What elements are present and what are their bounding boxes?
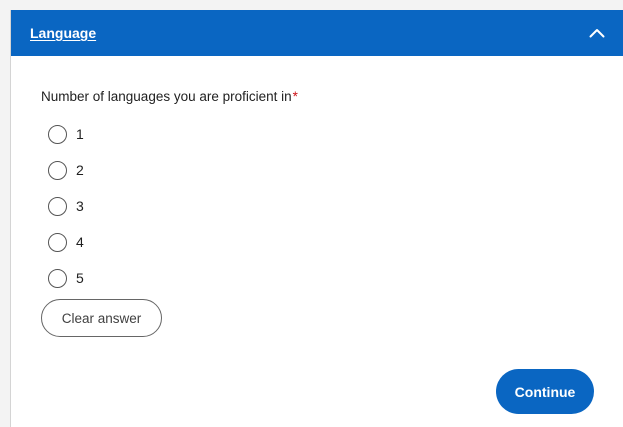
radio-option-label: 1 bbox=[76, 126, 84, 142]
radio-group: 1 2 3 4 5 bbox=[48, 116, 84, 296]
radio-button[interactable] bbox=[48, 160, 67, 180]
section-header[interactable]: Language bbox=[11, 10, 623, 56]
clear-answer-button[interactable]: Clear answer bbox=[41, 299, 162, 337]
radio-button[interactable] bbox=[48, 268, 67, 288]
radio-option-label: 2 bbox=[76, 162, 84, 178]
radio-option-label: 5 bbox=[76, 270, 84, 286]
radio-option-label: 3 bbox=[76, 198, 84, 214]
radio-button[interactable] bbox=[48, 232, 67, 252]
chevron-up-icon bbox=[589, 29, 605, 38]
required-marker: * bbox=[292, 89, 298, 104]
section-title-link[interactable]: Language bbox=[30, 25, 96, 41]
radio-option-1[interactable]: 1 bbox=[48, 116, 84, 152]
question-label: Number of languages you are proficient i… bbox=[41, 89, 298, 104]
radio-option-4[interactable]: 4 bbox=[48, 224, 84, 260]
radio-button[interactable] bbox=[48, 124, 67, 144]
question-text: Number of languages you are proficient i… bbox=[41, 89, 292, 104]
collapse-button[interactable] bbox=[585, 21, 609, 45]
continue-button[interactable]: Continue bbox=[496, 369, 594, 414]
radio-option-5[interactable]: 5 bbox=[48, 260, 84, 296]
radio-option-label: 4 bbox=[76, 234, 84, 250]
form-card: Language Number of languages you are pro… bbox=[10, 10, 623, 427]
radio-option-2[interactable]: 2 bbox=[48, 152, 84, 188]
radio-option-3[interactable]: 3 bbox=[48, 188, 84, 224]
radio-button[interactable] bbox=[48, 196, 67, 216]
